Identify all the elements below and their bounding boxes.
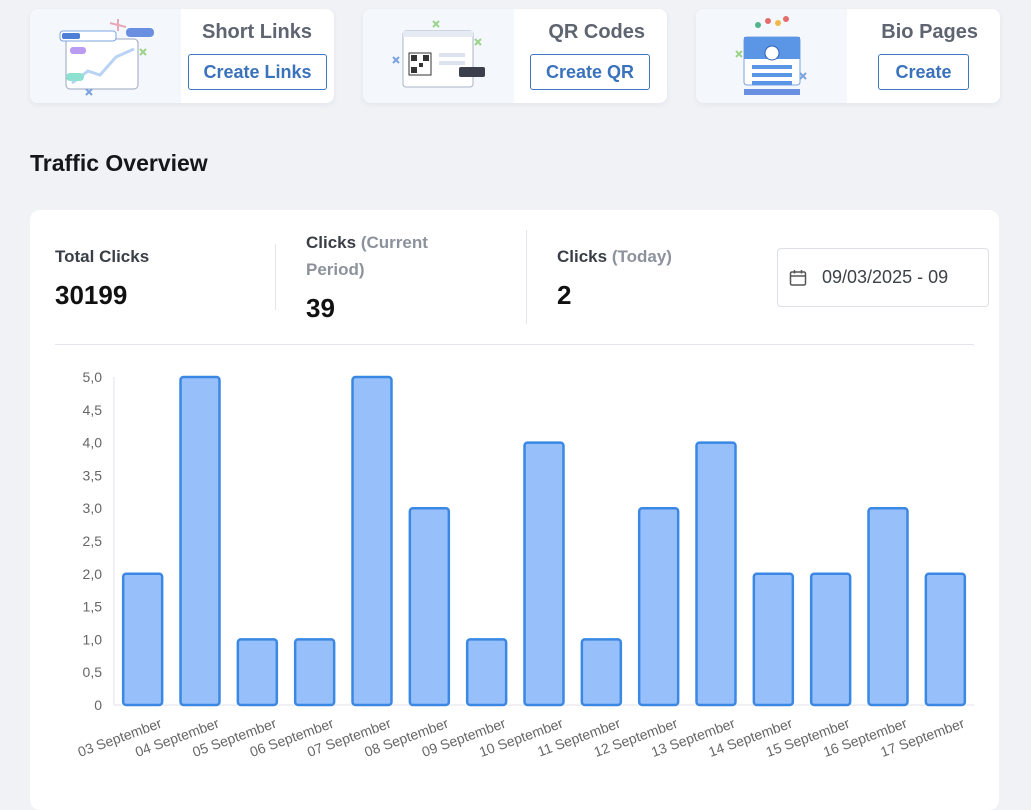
bar [752, 572, 795, 707]
y-tick-label: 0,5 [83, 664, 103, 680]
card-title: Short Links [201, 21, 312, 43]
bar [179, 375, 221, 707]
bar [121, 572, 164, 707]
card-title: QR Codes [548, 21, 645, 43]
bar [236, 638, 279, 707]
bar [580, 638, 623, 707]
bar [867, 506, 909, 707]
y-tick-label: 4,5 [83, 402, 103, 418]
section-title: Traffic Overview [30, 150, 208, 176]
create-links-button[interactable]: Create Links [188, 54, 327, 90]
clicks-bar-chart: 00,51,01,52,02,53,03,54,04,55,003 Septem… [76, 369, 974, 760]
y-tick-label: 2,5 [83, 533, 103, 549]
y-tick-label: 3,0 [83, 500, 103, 516]
bar [924, 572, 967, 707]
short-links-illustration-icon [30, 9, 181, 103]
short-links-card: Short Links Create Links [30, 9, 334, 103]
y-tick-label: 5,0 [83, 369, 103, 385]
bio-pages-card: Bio Pages Create [696, 9, 1000, 103]
bar [293, 638, 336, 707]
bar [523, 441, 565, 707]
y-tick-label: 2,0 [83, 566, 103, 582]
card-title: Bio Pages [881, 21, 978, 43]
y-tick-label: 0 [94, 697, 102, 713]
bar [351, 375, 393, 707]
y-tick-label: 1,0 [83, 631, 103, 647]
create-bio-page-button[interactable]: Create [878, 54, 969, 90]
create-qr-button[interactable]: Create QR [530, 54, 650, 90]
bar [695, 441, 737, 707]
qr-codes-card: QR Codes Create QR [363, 9, 667, 103]
bio-pages-illustration-icon [696, 9, 847, 103]
qr-codes-illustration-icon [363, 9, 514, 103]
y-tick-label: 4,0 [83, 435, 103, 451]
y-tick-label: 1,5 [83, 599, 103, 615]
bar [465, 638, 508, 707]
bar [809, 572, 852, 707]
bar [637, 506, 680, 707]
bar [408, 506, 451, 707]
traffic-panel: Total Clicks 30199 Clicks (Current Perio… [30, 210, 999, 810]
y-tick-label: 3,5 [83, 467, 103, 483]
